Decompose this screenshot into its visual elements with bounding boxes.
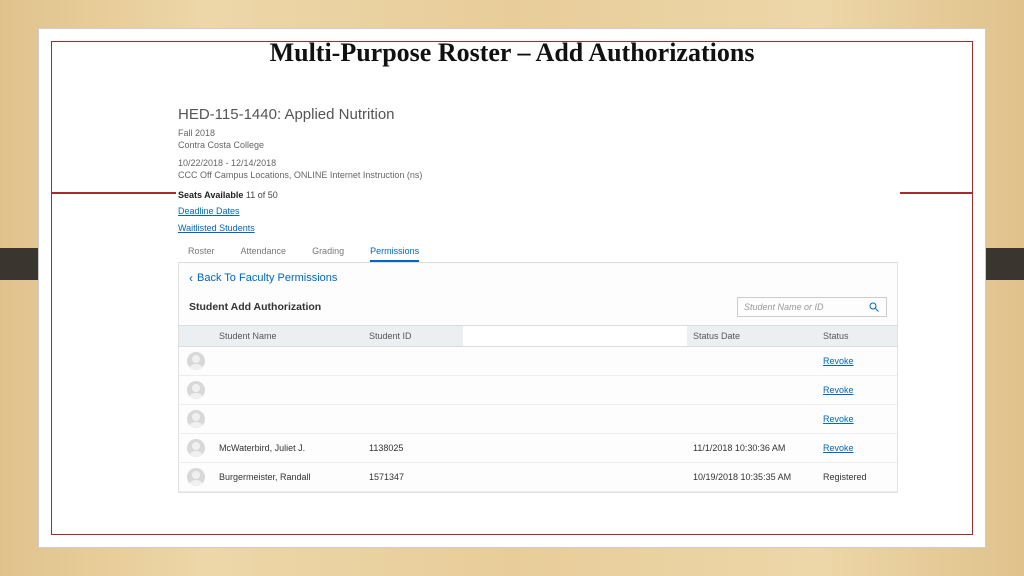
status-registered: Registered [823,472,867,482]
cell-status-date: 11/1/2018 10:30:36 AM [687,438,817,458]
permissions-panel: ‹ Back To Faculty Permissions Student Ad… [178,263,898,493]
tab-attendance[interactable]: Attendance [241,242,287,262]
cell-student-name [213,385,363,395]
col-status: Status [817,326,897,346]
cell-status-date [687,385,817,395]
binder-clip-left [0,248,38,280]
search-icon [868,301,880,313]
cell-student-name: McWaterbird, Juliet J. [213,438,363,458]
course-college: Contra Costa College [178,139,898,151]
avatar [187,410,205,428]
chevron-left-icon: ‹ [189,271,193,285]
cell-student-id [363,356,463,366]
cell-student-name [213,414,363,424]
table-row: Revoke [179,405,897,434]
avatar [187,439,205,457]
revoke-link[interactable]: Revoke [823,414,854,424]
seats-available: Seats Available 11 of 50 [178,190,898,200]
binder-clip-right [986,248,1024,280]
deadline-dates-link[interactable]: Deadline Dates [178,206,240,216]
tab-roster[interactable]: Roster [188,242,215,262]
cell-student-id [363,385,463,395]
cell-student-name [213,356,363,366]
revoke-link[interactable]: Revoke [823,443,854,453]
cell-student-id [363,414,463,424]
table-row: Revoke [179,347,897,376]
table-header: Student Name Student ID Status Date Stat… [179,325,897,347]
col-student-name: Student Name [213,326,363,346]
col-student-id: Student ID [363,326,463,346]
seats-value: 11 of 50 [246,190,278,200]
cell-status-date [687,414,817,424]
roster-screenshot: HED-115-1440: Applied Nutrition Fall 201… [178,106,898,493]
avatar [187,468,205,486]
back-faculty-permissions[interactable]: ‹ Back To Faculty Permissions [179,263,897,293]
avatar [187,352,205,370]
tabs: Roster Attendance Grading Permissions [178,242,898,263]
tab-permissions[interactable]: Permissions [370,242,419,262]
slide-title: Multi-Purpose Roster – Add Authorization… [0,38,1024,68]
table-row: Burgermeister, Randall1571347 10/19/2018 … [179,463,897,492]
search-placeholder: Student Name or ID [744,302,824,312]
cell-student-id: 1571347 [363,467,463,487]
table-row: Revoke [179,376,897,405]
col-status-date: Status Date [687,326,817,346]
seats-label: Seats Available [178,190,243,200]
search-input[interactable]: Student Name or ID [737,297,887,317]
course-term: Fall 2018 [178,127,898,139]
back-label: Back To Faculty Permissions [197,272,337,284]
tab-grading[interactable]: Grading [312,242,344,262]
revoke-link[interactable]: Revoke [823,356,854,366]
cell-student-id: 1138025 [363,438,463,458]
course-title: HED-115-1440: Applied Nutrition [178,106,898,123]
avatar [187,381,205,399]
course-dates: 10/22/2018 - 12/14/2018 [178,157,898,169]
waitlisted-students-link[interactable]: Waitlisted Students [178,223,255,233]
cell-student-name: Burgermeister, Randall [213,467,363,487]
rule-left [52,192,176,194]
cell-status-date [687,356,817,366]
revoke-link[interactable]: Revoke [823,385,854,395]
course-location: CCC Off Campus Locations, ONLINE Interne… [178,169,898,181]
table-row: McWaterbird, Juliet J.1138025 11/1/2018 1… [179,434,897,463]
panel-heading: Student Add Authorization [189,301,321,313]
cell-status-date: 10/19/2018 10:35:35 AM [687,467,817,487]
rule-right [900,192,972,194]
